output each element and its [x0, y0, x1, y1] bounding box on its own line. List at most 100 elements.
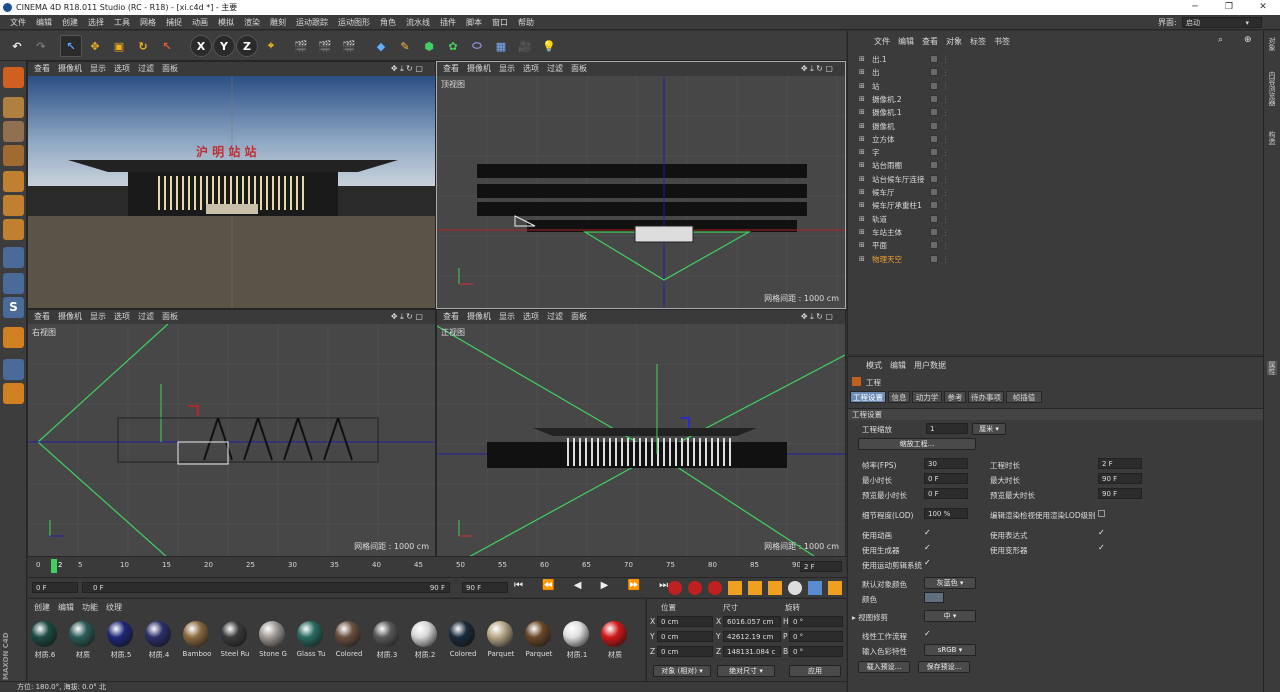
layout-select[interactable]: 启动 ▾: [1182, 17, 1262, 28]
load-preset-button[interactable]: 载入预设...: [858, 661, 910, 673]
menu-options[interactable]: 选项: [114, 312, 130, 321]
object-row[interactable]: ⊞ 轨道 ⋮: [854, 213, 1258, 226]
expand-icon[interactable]: ⊞: [859, 120, 865, 133]
material-swatch[interactable]: Glass Tu: [294, 621, 326, 658]
menu-item-6[interactable]: 捕捉: [166, 18, 182, 27]
object-row[interactable]: ⊞ 车站主体 ⋮: [854, 226, 1258, 239]
render-dots-icon[interactable]: ⋮: [942, 66, 950, 79]
menu-options[interactable]: 选项: [114, 64, 130, 73]
render-dots-icon[interactable]: ⋮: [942, 106, 950, 119]
expand-icon[interactable]: ⊞: [859, 66, 865, 79]
texture-mode-icon[interactable]: [3, 121, 24, 142]
playback-controls[interactable]: ⏮ ⏪ ◀ ▶ ⏩ ⏭: [514, 580, 676, 591]
lock-workplane-icon[interactable]: [3, 359, 24, 380]
color-swatch[interactable]: [924, 592, 944, 603]
current-frame-field[interactable]: 2 F: [800, 561, 842, 572]
rotation-field[interactable]: 0 °: [789, 646, 843, 657]
object-row[interactable]: ⊞ 摄像机.2 ⋮: [854, 93, 1258, 106]
expand-icon[interactable]: ⊞: [859, 146, 865, 159]
om-new-icon[interactable]: ⊕: [1244, 35, 1252, 45]
light-icon[interactable]: 💡: [538, 35, 560, 57]
object-row[interactable]: ⊞ 出.1 ⋮: [854, 53, 1258, 66]
tab-attributes[interactable]: 属性: [1267, 361, 1277, 375]
menu-view[interactable]: 查看: [34, 64, 50, 73]
maximize-button[interactable]: ❐: [1212, 0, 1246, 15]
undo-icon[interactable]: ↶: [6, 35, 28, 57]
menu-item-18[interactable]: 帮助: [518, 18, 534, 27]
om-menu-edit[interactable]: 编辑: [898, 37, 914, 46]
polygon-mode-icon[interactable]: [3, 219, 24, 240]
max-frame-field[interactable]: 90 F: [462, 582, 508, 593]
material-swatch[interactable]: Bamboo: [180, 621, 212, 658]
om-menu-tags[interactable]: 标签: [970, 37, 986, 46]
visibility-toggle[interactable]: [930, 68, 938, 77]
menu-panel[interactable]: 面板: [571, 64, 587, 73]
deformer-icon[interactable]: ⬭: [466, 35, 488, 57]
visibility-toggle[interactable]: [930, 254, 938, 263]
mat-menu-edit[interactable]: 编辑: [58, 603, 74, 612]
menu-item-8[interactable]: 模拟: [218, 18, 234, 27]
position-key-icon[interactable]: [728, 581, 742, 595]
render-dots-icon[interactable]: ⋮: [942, 146, 950, 159]
material-swatch[interactable]: 材质.6: [28, 621, 60, 660]
menu-filter[interactable]: 过滤: [138, 64, 154, 73]
render-dots-icon[interactable]: ⋮: [942, 239, 950, 252]
record-icon[interactable]: [668, 581, 682, 595]
menu-view[interactable]: 查看: [34, 312, 50, 321]
z-axis-lock[interactable]: Z: [236, 35, 258, 57]
model-mode-icon[interactable]: [3, 97, 24, 118]
timeline-icon[interactable]: [828, 581, 842, 595]
expand-icon[interactable]: ⊞: [859, 173, 865, 186]
menu-item-5[interactable]: 网格: [140, 18, 156, 27]
timeline-playhead[interactable]: [51, 559, 57, 573]
input-color-select[interactable]: sRGB ▾: [924, 644, 976, 656]
object-row[interactable]: ⊞ 平面 ⋮: [854, 239, 1258, 252]
om-menu-bookmarks[interactable]: 书签: [994, 37, 1010, 46]
top-viewport[interactable]: 查看 摄像机 显示 选项 过滤 面板 ✥ ⤓ ↻ ▢ 顶视图 网格间距 : 1000 cm: [436, 61, 846, 309]
om-menu-objects[interactable]: 对象: [946, 37, 962, 46]
expand-icon[interactable]: ⊞: [859, 239, 865, 252]
attr-tab[interactable]: 工程设置: [850, 391, 886, 403]
scale-tool-icon[interactable]: ▣: [108, 35, 130, 57]
menu-panel[interactable]: 面板: [162, 312, 178, 321]
menu-item-14[interactable]: 流水线: [406, 18, 430, 27]
expand-icon[interactable]: ⊞: [859, 186, 865, 199]
attr-tab[interactable]: 信息: [888, 391, 910, 403]
expand-icon[interactable]: ⊞: [859, 133, 865, 146]
object-row[interactable]: ⊞ 候车厅承重柱1 ⋮: [854, 199, 1258, 212]
material-swatch[interactable]: Parquet: [484, 621, 516, 658]
render-dots-icon[interactable]: ⋮: [942, 186, 950, 199]
parameter-key-icon[interactable]: [788, 581, 802, 595]
expand-icon[interactable]: ⊞: [859, 53, 865, 66]
expand-icon[interactable]: ⊞: [859, 80, 865, 93]
expand-icon[interactable]: ⊞: [859, 199, 865, 212]
render-view-icon[interactable]: 🎬: [290, 35, 312, 57]
expand-icon[interactable]: ⊞: [859, 93, 865, 106]
subdivision-icon[interactable]: ⬢: [418, 35, 440, 57]
expand-icon[interactable]: ⊞: [859, 226, 865, 239]
rotation-field[interactable]: 0 °: [789, 631, 843, 642]
visibility-toggle[interactable]: [930, 94, 938, 103]
render-dots-icon[interactable]: ⋮: [942, 120, 950, 133]
size-field[interactable]: 148131.084 c: [723, 646, 781, 657]
rotation-field[interactable]: 0 °: [789, 616, 843, 627]
render-lod-checkbox[interactable]: [1098, 510, 1105, 517]
scale-key-icon[interactable]: [748, 581, 762, 595]
render-dots-icon[interactable]: ⋮: [942, 213, 950, 226]
attr-tab[interactable]: 待办事项: [968, 391, 1004, 403]
menu-item-7[interactable]: 动画: [192, 18, 208, 27]
material-swatch[interactable]: Colored: [446, 621, 478, 658]
scale-project-button[interactable]: 缩放工程...: [858, 438, 976, 450]
tab-structure[interactable]: 构造: [1267, 131, 1277, 145]
recent-tool-icon[interactable]: ↖: [156, 35, 178, 57]
quantize-icon[interactable]: [3, 383, 24, 404]
tweak-mode-icon[interactable]: [3, 273, 24, 294]
menu-item-2[interactable]: 创建: [62, 18, 78, 27]
rotate-tool-icon[interactable]: ↻: [132, 35, 154, 57]
render-dots-icon[interactable]: ⋮: [942, 80, 950, 93]
material-swatch[interactable]: 材质.1: [560, 621, 592, 660]
visibility-toggle[interactable]: [930, 55, 938, 63]
use-motion-checkbox[interactable]: ✓: [924, 558, 931, 567]
array-icon[interactable]: ✿: [442, 35, 464, 57]
material-swatch[interactable]: Stone G: [256, 621, 288, 658]
